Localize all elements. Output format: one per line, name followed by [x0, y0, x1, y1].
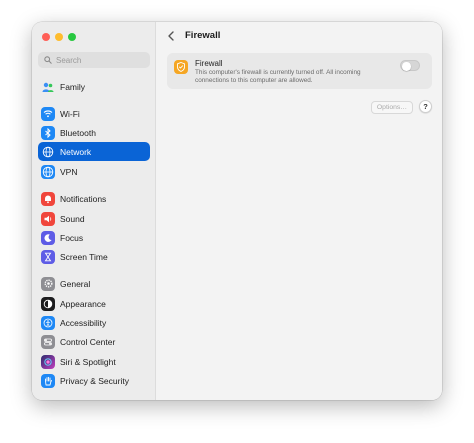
speaker-icon: [41, 211, 55, 226]
siri-icon: [41, 354, 55, 369]
sidebar-item-label: Focus: [60, 232, 84, 243]
help-button[interactable]: ?: [419, 100, 432, 113]
gear-icon: [41, 276, 55, 291]
firewall-label: Firewall: [195, 59, 223, 68]
sidebar-item-privacy-security[interactable]: Privacy & Security: [38, 371, 150, 390]
sidebar-item-general[interactable]: General: [38, 274, 150, 293]
accessibility-icon: [41, 315, 55, 330]
close-button[interactable]: [42, 33, 50, 41]
sidebar-item-accessibility[interactable]: Accessibility: [38, 313, 150, 332]
sidebar-item-label: Notifications: [60, 193, 107, 204]
sidebar-item-wifi[interactable]: Wi-Fi: [38, 104, 150, 123]
control-center-icon: [41, 334, 55, 349]
sidebar-item-label: Appearance: [60, 298, 106, 309]
firewall-icon: [174, 60, 188, 74]
sidebar-item-focus[interactable]: Focus: [38, 228, 150, 247]
back-chevron-icon[interactable]: [165, 29, 177, 43]
search-input[interactable]: [56, 55, 146, 65]
sidebar-item-label: Sound: [60, 213, 85, 224]
zoom-button[interactable]: [68, 33, 76, 41]
minimize-button[interactable]: [55, 33, 63, 41]
search-field[interactable]: [38, 52, 150, 68]
sidebar-item-label: Wi-Fi: [60, 108, 80, 119]
sidebar-item-label: Siri & Spotlight: [60, 356, 116, 367]
bell-icon: [41, 191, 55, 206]
vpn-globe-icon: [41, 164, 55, 179]
sidebar-item-screen-time[interactable]: Screen Time: [38, 247, 150, 266]
bluetooth-icon: [41, 125, 55, 140]
appearance-icon: [41, 296, 55, 311]
family-icon: [41, 80, 55, 94]
sidebar: Family Wi-Fi Bluetooth: [32, 22, 156, 400]
hand-icon: [41, 373, 55, 388]
wifi-icon: [41, 106, 55, 121]
sidebar-item-bluetooth[interactable]: Bluetooth: [38, 123, 150, 142]
search-icon: [44, 56, 52, 64]
hourglass-icon: [41, 249, 55, 264]
globe-icon: [41, 145, 55, 159]
sidebar-item-siri-spotlight[interactable]: Siri & Spotlight: [38, 352, 150, 371]
sidebar-item-label: General: [60, 278, 91, 289]
firewall-toggle[interactable]: [400, 60, 420, 71]
toggle-knob: [402, 62, 411, 71]
sidebar-item-label: VPN: [60, 166, 78, 177]
firewall-card: Firewall This computer's firewall is cur…: [167, 53, 432, 89]
sidebar-item-appearance[interactable]: Appearance: [38, 294, 150, 313]
sidebar-item-family[interactable]: Family: [38, 77, 150, 96]
firewall-description: This computer's firewall is currently tu…: [195, 69, 361, 84]
sidebar-item-control-center[interactable]: Control Center: [38, 332, 150, 351]
sidebar-item-label: Screen Time: [60, 251, 108, 262]
sidebar-item-label: Bluetooth: [60, 127, 96, 138]
moon-icon: [41, 230, 55, 245]
sidebar-item-label: Privacy & Security: [60, 375, 129, 386]
sidebar-item-network[interactable]: Network: [38, 142, 150, 161]
toolbar: Firewall: [157, 22, 442, 50]
sidebar-item-notifications[interactable]: Notifications: [38, 189, 150, 208]
page-title: Firewall: [185, 30, 221, 41]
main-content: Firewall Firewall This computer's firewa…: [157, 22, 442, 400]
system-settings-window: Family Wi-Fi Bluetooth: [32, 22, 442, 400]
sidebar-item-vpn[interactable]: VPN: [38, 162, 150, 181]
options-button[interactable]: Options…: [371, 101, 413, 114]
sidebar-item-sound[interactable]: Sound: [38, 209, 150, 228]
sidebar-item-label: Family: [60, 81, 86, 92]
window-controls: [42, 33, 76, 41]
sidebar-item-label: Accessibility: [60, 317, 107, 328]
sidebar-item-label: Control Center: [60, 336, 116, 347]
sidebar-item-label: Network: [60, 146, 92, 157]
